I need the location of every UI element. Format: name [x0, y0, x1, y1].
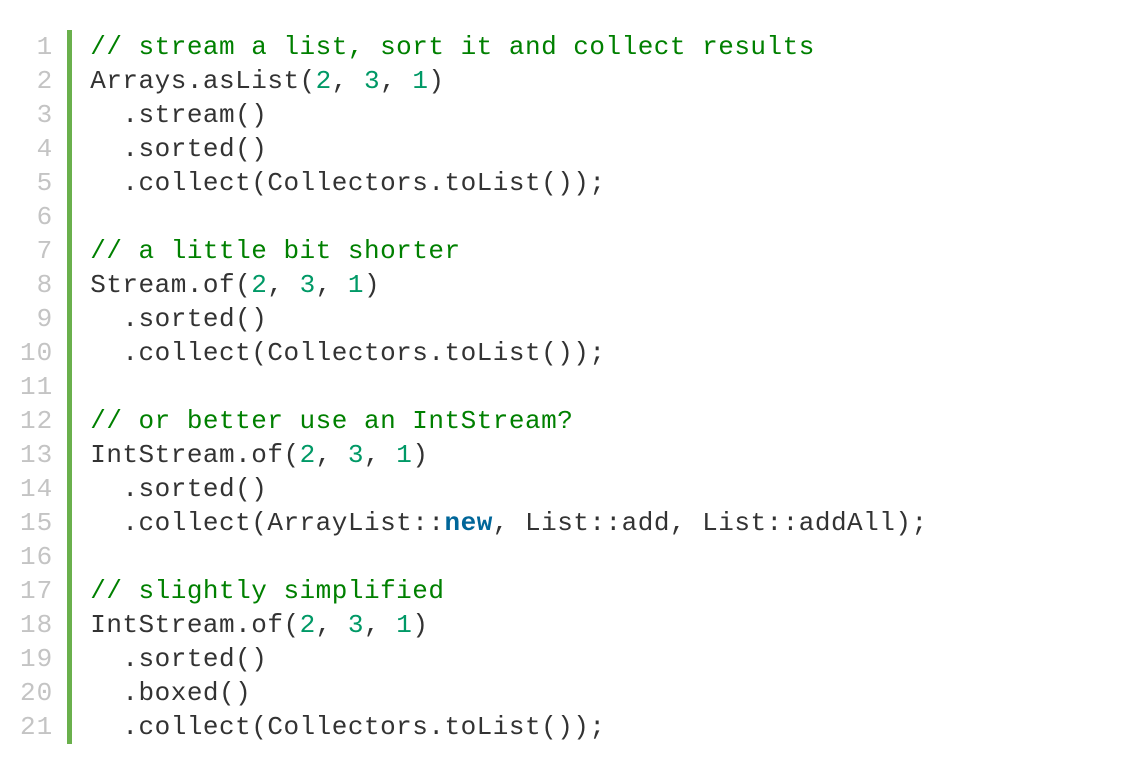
- code-token: ): [428, 66, 444, 96]
- code-token: 1: [396, 610, 412, 640]
- code-line: IntStream.of(2, 3, 1): [90, 608, 927, 642]
- code-line: [90, 200, 927, 234]
- code-token: 3: [348, 440, 364, 470]
- code-line: // a little bit shorter: [90, 234, 927, 268]
- code-token: 1: [348, 270, 364, 300]
- code-token: // or better use an IntStream?: [90, 406, 573, 436]
- code-line: .boxed(): [90, 676, 927, 710]
- code-token: .collect(Collectors.toList());: [90, 712, 605, 742]
- code-token: ,: [316, 440, 348, 470]
- code-line: .collect(Collectors.toList());: [90, 336, 927, 370]
- code-token: ): [364, 270, 380, 300]
- code-content: // stream a list, sort it and collect re…: [90, 30, 927, 744]
- code-token: IntStream.of(: [90, 610, 299, 640]
- code-block: 123456789101112131415161718192021 // str…: [0, 0, 1140, 774]
- code-line: .stream(): [90, 98, 927, 132]
- code-token: ,: [316, 270, 348, 300]
- line-number: 12: [20, 404, 53, 438]
- code-line: IntStream.of(2, 3, 1): [90, 438, 927, 472]
- line-number: 9: [20, 302, 53, 336]
- code-token: ,: [332, 66, 364, 96]
- line-number: 6: [20, 200, 53, 234]
- code-token: .boxed(): [90, 678, 251, 708]
- line-number: 15: [20, 506, 53, 540]
- code-token: // stream a list, sort it and collect re…: [90, 32, 815, 62]
- code-token: 3: [300, 270, 316, 300]
- code-token: .collect(Collectors.toList());: [90, 338, 605, 368]
- code-token: .stream(): [90, 100, 267, 130]
- code-token: 3: [364, 66, 380, 96]
- code-token: ,: [316, 610, 348, 640]
- code-token: .sorted(): [90, 304, 267, 334]
- code-line: // stream a list, sort it and collect re…: [90, 30, 927, 64]
- code-token: 2: [251, 270, 267, 300]
- gutter-divider: [67, 30, 72, 744]
- line-number: 18: [20, 608, 53, 642]
- line-number: 1: [20, 30, 53, 64]
- code-line: .sorted(): [90, 302, 927, 336]
- code-line: // slightly simplified: [90, 574, 927, 608]
- code-token: // slightly simplified: [90, 576, 444, 606]
- code-token: 1: [396, 440, 412, 470]
- code-token: ,: [364, 440, 396, 470]
- line-number: 21: [20, 710, 53, 744]
- code-line: .sorted(): [90, 642, 927, 676]
- code-token: ,: [380, 66, 412, 96]
- line-number: 17: [20, 574, 53, 608]
- line-number: 10: [20, 336, 53, 370]
- line-number: 2: [20, 64, 53, 98]
- code-line: .collect(ArrayList::new, List::add, List…: [90, 506, 927, 540]
- line-number: 13: [20, 438, 53, 472]
- line-number: 4: [20, 132, 53, 166]
- code-token: Stream.of(: [90, 270, 251, 300]
- code-line: [90, 540, 927, 574]
- code-token: , List::add, List::addAll);: [493, 508, 928, 538]
- line-number: 11: [20, 370, 53, 404]
- line-number: 8: [20, 268, 53, 302]
- line-number: 5: [20, 166, 53, 200]
- code-line: [90, 370, 927, 404]
- code-line: .sorted(): [90, 132, 927, 166]
- code-token: .sorted(): [90, 134, 267, 164]
- code-line: .collect(Collectors.toList());: [90, 710, 927, 744]
- code-token: IntStream.of(: [90, 440, 299, 470]
- code-token: // a little bit shorter: [90, 236, 460, 266]
- code-line: .sorted(): [90, 472, 927, 506]
- code-line: .collect(Collectors.toList());: [90, 166, 927, 200]
- line-number: 3: [20, 98, 53, 132]
- code-token: .sorted(): [90, 644, 267, 674]
- code-line: Arrays.asList(2, 3, 1): [90, 64, 927, 98]
- line-number: 14: [20, 472, 53, 506]
- line-number: 20: [20, 676, 53, 710]
- line-number: 7: [20, 234, 53, 268]
- code-token: ,: [267, 270, 299, 300]
- code-token: ,: [364, 610, 396, 640]
- line-number-gutter: 123456789101112131415161718192021: [20, 30, 67, 744]
- code-line: // or better use an IntStream?: [90, 404, 927, 438]
- code-token: 1: [412, 66, 428, 96]
- code-token: new: [444, 508, 492, 538]
- code-token: Arrays.asList(: [90, 66, 315, 96]
- code-token: ): [412, 440, 428, 470]
- code-token: .collect(ArrayList::: [90, 508, 444, 538]
- code-token: 2: [300, 610, 316, 640]
- code-token: 3: [348, 610, 364, 640]
- line-number: 19: [20, 642, 53, 676]
- code-token: 2: [300, 440, 316, 470]
- code-token: .collect(Collectors.toList());: [90, 168, 605, 198]
- code-line: Stream.of(2, 3, 1): [90, 268, 927, 302]
- code-token: ): [412, 610, 428, 640]
- code-token: .sorted(): [90, 474, 267, 504]
- line-number: 16: [20, 540, 53, 574]
- code-token: 2: [316, 66, 332, 96]
